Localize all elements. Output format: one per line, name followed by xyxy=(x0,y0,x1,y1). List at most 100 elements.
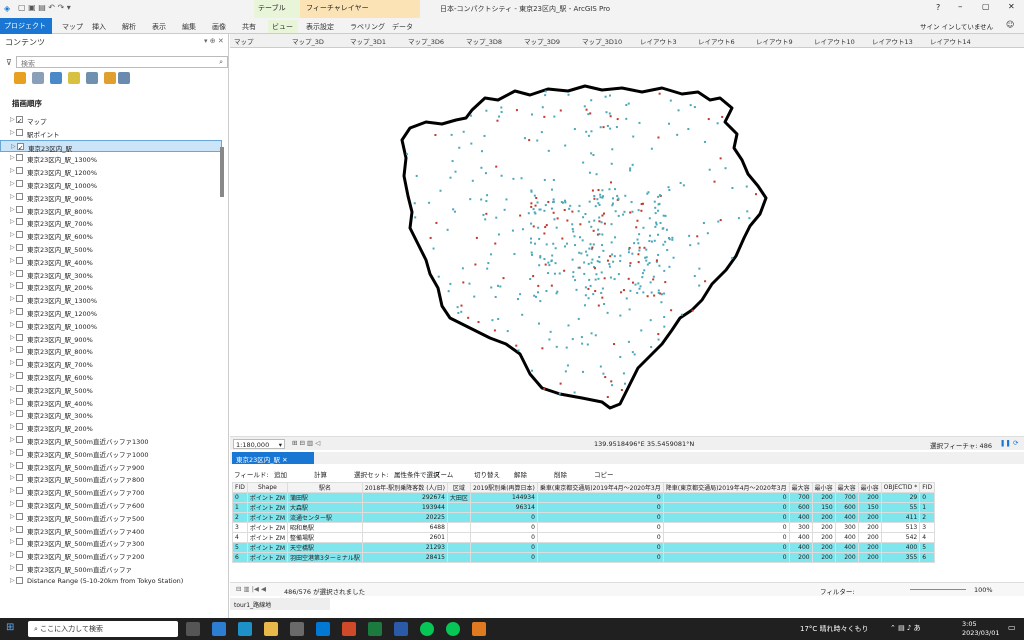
table-cell[interactable]: 400 xyxy=(880,542,921,553)
station-point[interactable] xyxy=(497,233,500,236)
station-point[interactable] xyxy=(552,211,555,214)
layer-visibility-checkbox[interactable] xyxy=(16,474,23,482)
station-point[interactable] xyxy=(610,162,613,165)
station-point[interactable] xyxy=(454,170,457,173)
station-point[interactable] xyxy=(515,344,518,347)
station-point[interactable] xyxy=(566,219,569,222)
station-point[interactable] xyxy=(530,237,533,240)
table-toolbar-item[interactable]: 削除 xyxy=(554,469,567,479)
station-point[interactable] xyxy=(627,102,630,105)
table-cell[interactable]: 20225 xyxy=(361,512,448,523)
station-point[interactable] xyxy=(657,291,660,294)
layer-item[interactable]: ▷ 東京23区内_駅_1200% xyxy=(0,306,222,318)
layer-visibility-checkbox[interactable] xyxy=(16,231,23,239)
station-point[interactable] xyxy=(536,201,539,204)
station-point[interactable] xyxy=(641,276,644,279)
station-point[interactable] xyxy=(530,241,533,244)
table-cell[interactable]: 2601 xyxy=(361,532,448,543)
station-point[interactable] xyxy=(530,202,533,205)
table-cell[interactable]: 200 xyxy=(857,512,882,523)
station-point[interactable] xyxy=(643,246,646,249)
station-point[interactable] xyxy=(483,134,486,137)
table-cell[interactable]: 羽田空港第3ターミナル駅 xyxy=(287,552,363,563)
station-point[interactable] xyxy=(663,269,666,272)
layer-item[interactable]: ▷ 駅ポイント xyxy=(0,127,222,139)
clock-date[interactable]: 2023/03/01 xyxy=(962,629,999,637)
expand-icon[interactable]: ▷ xyxy=(10,474,15,481)
station-point[interactable] xyxy=(596,198,599,201)
station-point[interactable] xyxy=(704,280,707,283)
table-toolbar-item[interactable]: ズーム xyxy=(434,469,453,479)
station-point[interactable] xyxy=(601,189,604,192)
station-point[interactable] xyxy=(592,243,595,246)
station-point[interactable] xyxy=(655,223,658,226)
station-point[interactable] xyxy=(633,353,636,356)
station-point[interactable] xyxy=(667,186,670,189)
station-point[interactable] xyxy=(503,208,506,211)
station-point[interactable] xyxy=(615,126,618,129)
table-cell[interactable]: 200 xyxy=(788,552,813,563)
station-point[interactable] xyxy=(652,278,655,281)
layer-visibility-checkbox[interactable] xyxy=(16,167,23,175)
station-point[interactable] xyxy=(605,111,608,114)
station-point[interactable] xyxy=(669,99,672,102)
table-cell[interactable]: 300 xyxy=(834,522,859,533)
station-point[interactable] xyxy=(628,264,631,267)
station-point[interactable] xyxy=(584,294,587,297)
station-point[interactable] xyxy=(590,152,593,155)
station-point[interactable] xyxy=(593,197,596,200)
app-icon[interactable] xyxy=(472,622,486,636)
table-cell[interactable]: 55 xyxy=(880,502,921,513)
station-point[interactable] xyxy=(625,297,628,300)
station-point[interactable] xyxy=(554,262,557,265)
station-point[interactable] xyxy=(597,277,600,280)
station-point[interactable] xyxy=(638,287,641,290)
station-point[interactable] xyxy=(538,208,541,211)
station-point[interactable] xyxy=(590,261,593,264)
station-point[interactable] xyxy=(637,261,640,264)
station-point[interactable] xyxy=(495,216,498,219)
layer-visibility-checkbox[interactable] xyxy=(16,244,23,251)
station-point[interactable] xyxy=(541,106,544,109)
column-header[interactable]: 乗車(東京都交通局)2019年4月～2020年3月 xyxy=(536,482,664,493)
station-point[interactable] xyxy=(567,324,570,327)
expand-icon[interactable]: ▷ xyxy=(10,282,15,289)
layer-item[interactable]: ▷ 東京23区内_駅_500% xyxy=(0,383,222,395)
table-cell[interactable]: 600 xyxy=(788,502,813,513)
station-point[interactable] xyxy=(649,234,652,237)
taskbar-search-input[interactable]: ⌕ ここに入力して検索 xyxy=(28,621,178,637)
station-point[interactable] xyxy=(531,369,534,372)
station-point[interactable] xyxy=(603,277,606,280)
station-point[interactable] xyxy=(755,193,758,196)
station-point[interactable] xyxy=(611,384,614,387)
station-point[interactable] xyxy=(544,94,547,97)
station-point[interactable] xyxy=(628,308,631,311)
start-button[interactable]: ⊞ xyxy=(6,622,14,633)
layer-visibility-checkbox[interactable] xyxy=(16,384,23,392)
column-header[interactable]: 降車(東京都交通局)2019年4月～2020年3月 xyxy=(662,482,790,493)
station-point[interactable] xyxy=(452,208,455,211)
station-point[interactable] xyxy=(601,233,604,236)
station-point[interactable] xyxy=(689,244,692,247)
station-point[interactable] xyxy=(561,201,564,204)
station-point[interactable] xyxy=(451,160,454,163)
layer-visibility-checkbox[interactable]: ✓ xyxy=(16,116,23,125)
station-point[interactable] xyxy=(552,242,555,245)
station-point[interactable] xyxy=(547,261,550,264)
station-point[interactable] xyxy=(486,267,489,270)
station-point[interactable] xyxy=(588,200,591,203)
station-point[interactable] xyxy=(697,242,700,245)
station-point[interactable] xyxy=(617,273,620,276)
table-row[interactable]: 2 ポイント ZM 流通センター駅 20225 0 0 0 400 200 400 200 411 2 xyxy=(232,512,936,523)
station-point[interactable] xyxy=(553,218,556,221)
layer-visibility-checkbox[interactable] xyxy=(16,333,23,341)
table-cell[interactable]: ポイント ZM xyxy=(246,542,289,553)
list-by-selection-icon[interactable] xyxy=(50,72,62,84)
list-by-data-source-icon[interactable] xyxy=(32,72,44,84)
table-cell[interactable]: 355 xyxy=(880,552,921,563)
table-cell[interactable]: 5 xyxy=(232,542,248,553)
table-cell[interactable]: 400 xyxy=(834,542,859,553)
station-point[interactable] xyxy=(530,253,533,256)
station-point[interactable] xyxy=(521,313,524,316)
station-point[interactable] xyxy=(610,223,613,226)
